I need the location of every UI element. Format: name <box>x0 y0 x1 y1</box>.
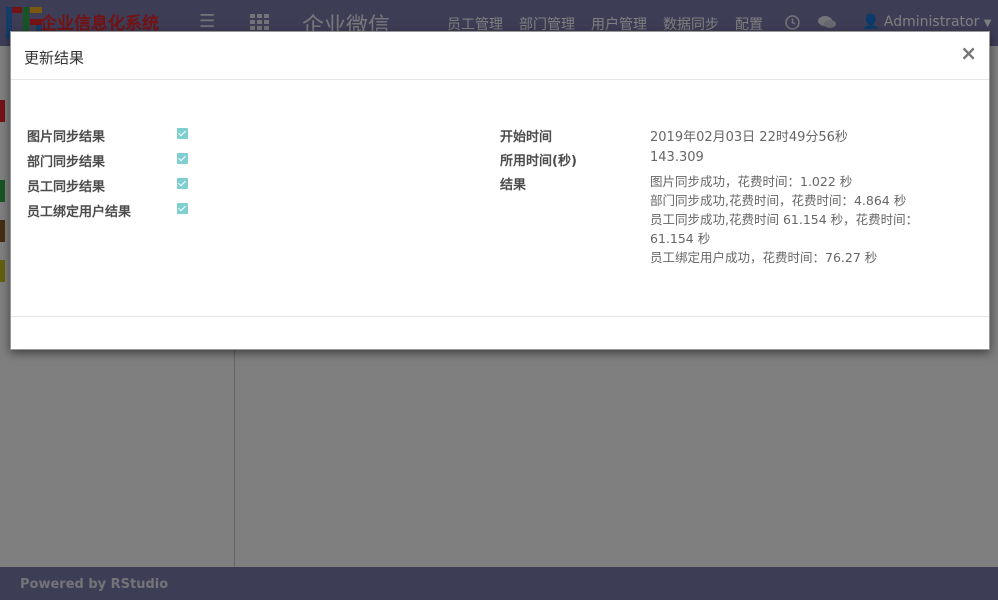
image-sync-label: 图片同步结果 <box>27 130 106 145</box>
app-window: 企业信息化系统 ☰ 企业微信 员工管理 部门管理 用户管理 数据同步 配置 👤 … <box>0 0 998 600</box>
dialog-title: 更新结果 <box>24 49 85 67</box>
dialog-body: 图片同步结果 部门同步结果 员工同步结果 员工绑定用户结果 开始时间 2019年… <box>11 80 989 315</box>
department-sync-label: 部门同步结果 <box>27 155 106 170</box>
close-icon[interactable]: × <box>960 43 977 63</box>
result-line: 61.154 秒 <box>650 231 711 246</box>
employee-sync-checkbox <box>177 178 188 189</box>
dialog-header: 更新结果 × <box>11 32 989 80</box>
result-line: 员工同步成功,花费时间 61.154 秒，花费时间： <box>650 212 919 227</box>
result-text: 图片同步成功，花费时间：1.022 秒 部门同步成功,花费时间，花费时间：4.8… <box>650 172 930 267</box>
department-sync-checkbox <box>177 153 188 164</box>
start-time-value: 2019年02月03日 22时49分56秒 <box>650 130 848 145</box>
dialog-footer <box>11 316 989 350</box>
update-result-dialog: 更新结果 × 图片同步结果 部门同步结果 员工同步结果 员工绑定用户结果 开始时… <box>10 31 990 350</box>
result-line: 部门同步成功,花费时间，花费时间：4.864 秒 <box>650 193 907 208</box>
result-label: 结果 <box>500 178 527 193</box>
image-sync-checkbox <box>177 128 188 139</box>
duration-value: 143.309 <box>650 150 704 165</box>
duration-label: 所用时间(秒) <box>500 154 577 169</box>
start-time-label: 开始时间 <box>500 130 553 145</box>
result-line: 图片同步成功，花费时间：1.022 秒 <box>650 174 853 189</box>
employee-bind-user-label: 员工绑定用户结果 <box>27 205 132 220</box>
result-line: 员工绑定用户成功，花费时间：76.27 秒 <box>650 250 878 265</box>
employee-bind-user-checkbox <box>177 203 188 214</box>
employee-sync-label: 员工同步结果 <box>27 180 106 195</box>
